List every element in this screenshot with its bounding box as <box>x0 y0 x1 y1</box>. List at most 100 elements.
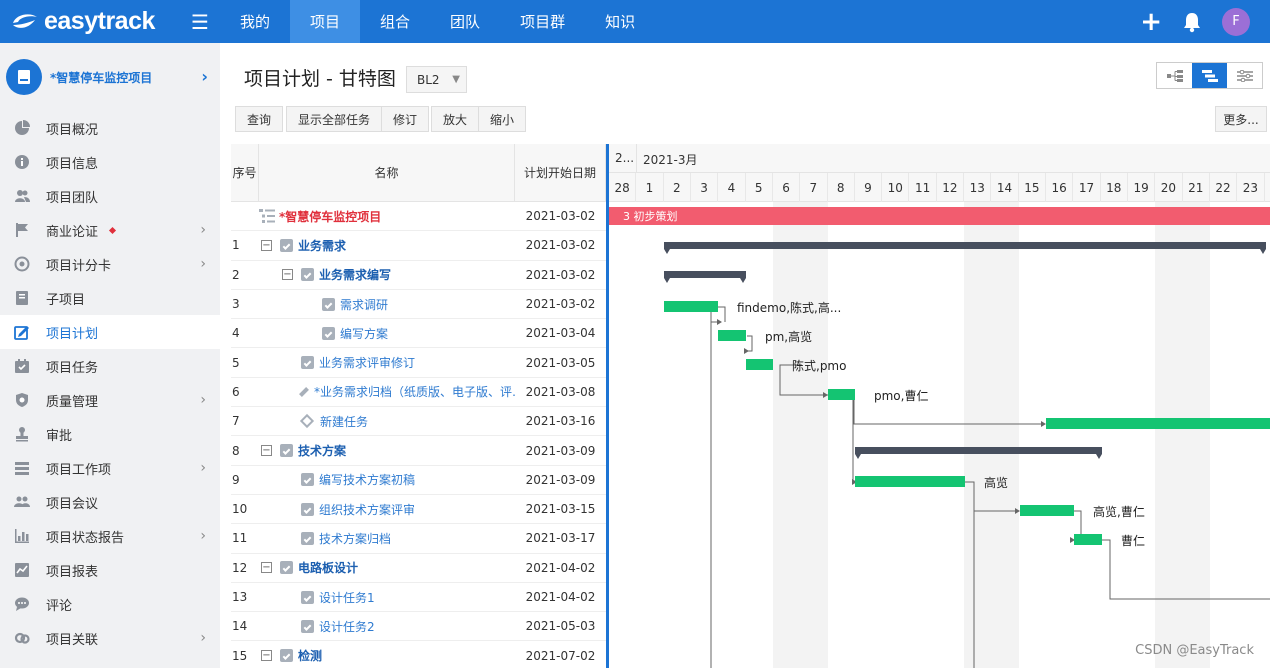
nav-tab-portfolio[interactable]: 组合 <box>360 0 430 43</box>
sidebar-item-scorecard[interactable]: 项目计分卡 › <box>0 247 220 281</box>
row-name[interactable]: 技术方案归档 <box>319 530 391 547</box>
nav-tab-mine[interactable]: 我的 <box>220 0 290 43</box>
collapse-toggle-icon[interactable]: − <box>261 562 272 574</box>
table-row[interactable]: 13 设计任务1 2021-04-02 <box>231 583 606 613</box>
table-row[interactable]: 8 − 技术方案 2021-03-09 <box>231 436 606 466</box>
collapse-toggle-icon[interactable]: − <box>261 239 272 251</box>
row-name[interactable]: 业务需求编写 <box>319 266 391 283</box>
link-icon <box>14 630 30 646</box>
zoom-out-button[interactable]: 缩小 <box>479 106 527 132</box>
row-name[interactable]: 设计任务1 <box>319 589 375 606</box>
task-bar[interactable] <box>718 330 746 341</box>
sidebar-item-info[interactable]: 项目信息 <box>0 145 220 179</box>
bell-icon[interactable] <box>1182 11 1202 33</box>
sidebar-item-tasks[interactable]: 项目任务 <box>0 349 220 383</box>
row-name[interactable]: 电路板设计 <box>298 559 358 576</box>
sidebar-item-quality[interactable]: 质量管理 › <box>0 383 220 417</box>
row-name[interactable]: 组织技术方案评审 <box>319 501 415 518</box>
show-all-tasks-button[interactable]: 显示全部任务 <box>286 106 383 132</box>
menu-icon[interactable]: ☰ <box>180 0 220 43</box>
page-title: 项目计划 - 甘特图 <box>244 68 396 90</box>
avatar[interactable]: F <box>1222 7 1250 36</box>
row-name-cell: 技术方案归档 <box>259 530 515 547</box>
sidebar-item-approval[interactable]: 审批 <box>0 417 220 451</box>
row-name[interactable]: 设计任务2 <box>319 618 375 635</box>
revise-button[interactable]: 修订 <box>381 106 430 132</box>
sidebar-item-reports[interactable]: 项目报表 <box>0 553 220 587</box>
summary-bar[interactable] <box>855 447 1102 459</box>
sidebar-item-links[interactable]: 项目关联 › <box>0 621 220 655</box>
collapse-toggle-icon[interactable]: − <box>282 269 293 281</box>
logo[interactable]: easytrack <box>0 7 180 36</box>
task-bar[interactable] <box>1074 534 1102 545</box>
table-row[interactable]: 10 组织技术方案评审 2021-03-15 <box>231 495 606 525</box>
table-row[interactable]: 1 − 业务需求 2021-03-02 <box>231 231 606 261</box>
row-name[interactable]: 编写技术方案初稿 <box>319 471 415 488</box>
sidebar-item-comments[interactable]: 评论 <box>0 587 220 621</box>
sidebar-item-subproject[interactable]: 子项目 <box>0 281 220 315</box>
table-row[interactable]: 14 设计任务2 2021-05-03 <box>231 612 606 642</box>
table-row[interactable]: 6 *业务需求归档（纸质版、电子版、评… 2021-03-08 <box>231 378 606 408</box>
column-header-no[interactable]: 序号 <box>231 144 259 201</box>
project-header[interactable]: *智慧停车监控项目 › <box>0 43 220 111</box>
sidebar-item-status-report[interactable]: 项目状态报告 › <box>0 519 220 553</box>
sidebar-item-meetings[interactable]: 项目会议 <box>0 485 220 519</box>
gantt-view-button[interactable] <box>1192 63 1227 88</box>
sidebar-item-business-case[interactable]: 商业论证 › <box>0 213 220 247</box>
summary-bar[interactable] <box>664 242 1266 254</box>
row-name[interactable]: 编写方案 <box>340 325 388 342</box>
network-view-button[interactable] <box>1157 63 1192 88</box>
chevron-right-icon[interactable]: › <box>201 67 208 86</box>
row-name[interactable]: 需求调研 <box>340 296 388 313</box>
summary-bar[interactable] <box>664 271 746 283</box>
collapse-toggle-icon[interactable]: − <box>261 445 272 457</box>
row-name[interactable]: *智慧停车监控项目 <box>279 208 381 225</box>
row-name[interactable]: 业务需求评审修订 <box>319 354 415 371</box>
table-row[interactable]: 2 − 业务需求编写 2021-03-02 <box>231 261 606 290</box>
table-row[interactable]: 11 技术方案归档 2021-03-17 <box>231 524 606 554</box>
row-start: 2021-03-16 <box>525 414 596 429</box>
task-bar[interactable] <box>1046 418 1270 429</box>
add-icon[interactable]: + <box>1140 9 1162 35</box>
task-bar[interactable] <box>828 389 855 400</box>
row-name[interactable]: 业务需求 <box>298 237 346 254</box>
row-no: 5 <box>232 355 240 370</box>
nav-tab-project[interactable]: 项目 <box>290 0 361 43</box>
table-row[interactable]: 15 − 检测 2021-07-02 <box>231 641 606 668</box>
task-icon <box>280 561 293 575</box>
sidebar-item-overview[interactable]: 项目概况 <box>0 111 220 145</box>
row-name[interactable]: 新建任务 <box>320 413 368 430</box>
sidebar-item-team[interactable]: 项目团队 <box>0 179 220 213</box>
settings-view-button[interactable] <box>1227 63 1262 88</box>
baseline-select[interactable]: BL2 ▼ <box>406 66 467 93</box>
nav-tab-knowledge[interactable]: 知识 <box>585 0 655 43</box>
nav-tab-team[interactable]: 团队 <box>430 0 500 43</box>
task-bar[interactable] <box>664 301 718 312</box>
collapse-toggle-icon[interactable]: − <box>261 650 272 662</box>
task-bar[interactable] <box>1020 505 1074 516</box>
sidebar-item-plan[interactable]: 项目计划 <box>0 315 220 349</box>
nav-tab-program[interactable]: 项目群 <box>500 0 585 43</box>
meeting-icon <box>14 494 30 510</box>
table-row[interactable]: 7 新建任务 2021-03-16 <box>231 407 606 437</box>
more-button[interactable]: 更多... <box>1215 106 1267 132</box>
row-name[interactable]: 技术方案 <box>298 442 346 459</box>
sidebar-item-workitems[interactable]: 项目工作项 › <box>0 451 220 485</box>
gantt-chart: 2... 2021-3月 28 1 2 3 4 5 6 7 8 9 10 11 12 13 14 15 16 17… <box>609 144 1270 668</box>
table-row[interactable]: 4 编写方案 2021-03-04 <box>231 319 606 349</box>
column-header-name[interactable]: 名称 <box>259 144 515 201</box>
table-row[interactable]: 3 需求调研 2021-03-02 <box>231 290 606 320</box>
table-row[interactable]: 5 业务需求评审修订 2021-03-05 <box>231 348 606 378</box>
task-bar[interactable] <box>746 359 773 370</box>
table-row[interactable]: 9 编写技术方案初稿 2021-03-09 <box>231 466 606 495</box>
table-row[interactable]: *智慧停车监控项目 2021-03-02 <box>231 202 606 232</box>
query-button[interactable]: 查询 <box>235 106 284 132</box>
zoom-in-button[interactable]: 放大 <box>431 106 480 132</box>
view-switcher <box>1156 62 1263 89</box>
row-name[interactable]: *业务需求归档（纸质版、电子版、评… <box>314 383 515 400</box>
row-name[interactable]: 检测 <box>298 647 322 664</box>
task-bar[interactable] <box>855 476 965 487</box>
column-header-start[interactable]: 计划开始日期 <box>515 144 606 201</box>
table-row[interactable]: 12 − 电路板设计 2021-04-02 <box>231 554 606 583</box>
sidebar-item-label: 项目计划 <box>46 326 99 342</box>
